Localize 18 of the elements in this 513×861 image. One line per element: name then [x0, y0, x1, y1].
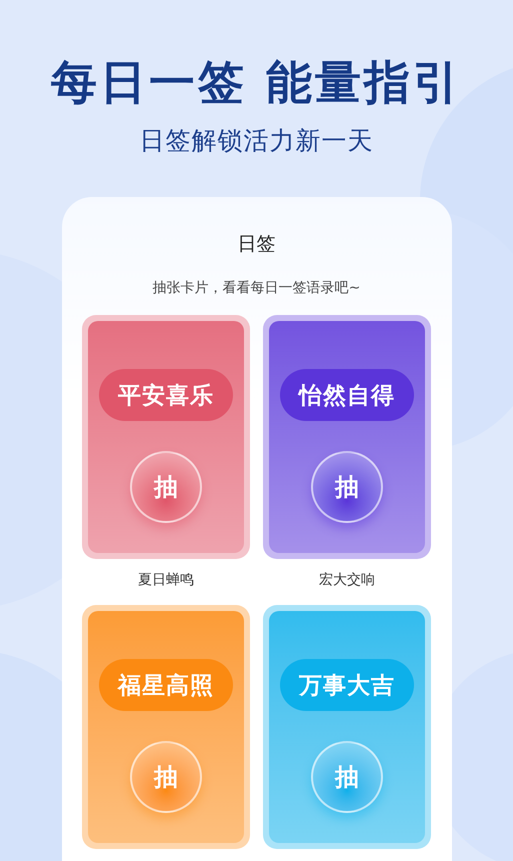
card-title: 福星高照 — [99, 659, 233, 711]
subheadline: 日签解锁活力新一天 — [140, 125, 374, 157]
fortune-card[interactable]: 万事大吉 抽 — [263, 605, 431, 849]
draw-button[interactable]: 抽 — [311, 451, 383, 523]
card-caption: 宏大交响 — [319, 571, 375, 590]
card-title: 万事大吉 — [280, 659, 414, 711]
fortune-card[interactable]: 平安喜乐 抽 — [82, 315, 250, 559]
fortune-card[interactable]: 福星高照 抽 — [82, 605, 250, 849]
card-title: 平安喜乐 — [99, 369, 233, 421]
panel-title: 日签 — [238, 232, 276, 257]
draw-button[interactable]: 抽 — [130, 741, 202, 813]
fortune-card[interactable]: 怡然自得 抽 — [263, 315, 431, 559]
draw-button[interactable]: 抽 — [311, 741, 383, 813]
headline: 每日一签 能量指引 — [50, 54, 462, 111]
draw-button[interactable]: 抽 — [130, 451, 202, 523]
panel-hint: 抽张卡片，看看每日一签语录吧~ — [152, 279, 360, 297]
card-caption: 夏日蝉鸣 — [138, 571, 194, 590]
card-title: 怡然自得 — [280, 369, 414, 421]
